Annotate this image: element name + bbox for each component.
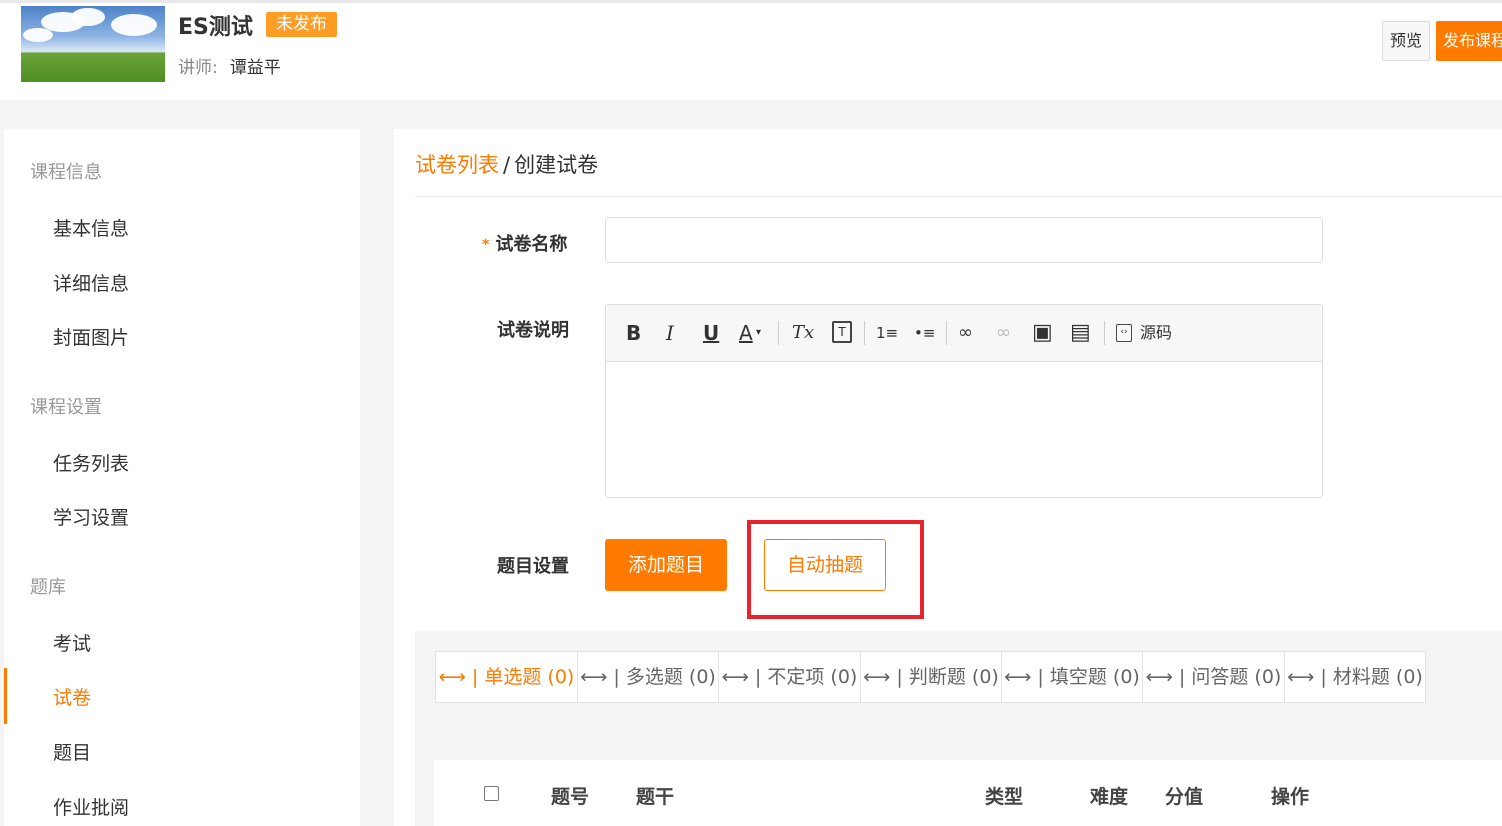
sidebar-item-detail-info[interactable]: 详细信息 — [53, 269, 129, 296]
sidebar-item-questions[interactable]: 题目 — [53, 738, 91, 765]
unlink-icon[interactable]: ∞ — [996, 321, 1011, 345]
tab-single-choice[interactable]: ⟷ | 单选题 (0) — [436, 652, 578, 702]
sidebar-item-test-paper[interactable]: 试卷 — [53, 683, 91, 710]
breadcrumb-paper-list-link[interactable]: 试卷列表 — [415, 153, 499, 177]
add-question-button[interactable]: 添加题目 — [605, 539, 727, 591]
paper-name-label: * 试卷名称 — [482, 230, 567, 256]
table-icon[interactable]: ▤ — [1070, 321, 1091, 345]
chevron-down-icon[interactable]: ▾ — [756, 321, 761, 345]
paste-text-icon[interactable]: T — [832, 321, 852, 343]
font-color-icon[interactable]: A — [739, 321, 753, 345]
sidebar-group-question-bank: 题库 — [30, 577, 66, 598]
course-title: ES测试 — [178, 15, 253, 40]
image-icon[interactable]: ▣ — [1032, 321, 1053, 345]
main-content: 试卷列表 / 创建试卷 * 试卷名称 试卷说明 B I U A ▾ Tx T 1≡ •… — [394, 129, 1502, 826]
editor-toolbar: B I U A ▾ Tx T 1≡ •≡ ∞ ∞ ▣ ▤ ‹› 源码 — [606, 305, 1322, 362]
required-mark: * — [482, 237, 490, 253]
column-actions: 操作 — [1271, 786, 1310, 808]
breadcrumb: 试卷列表 / 创建试卷 — [415, 149, 598, 179]
toolbar-separator — [778, 321, 779, 345]
sidebar-item-basic-info[interactable]: 基本信息 — [53, 214, 129, 241]
tab-fill-blank[interactable]: ⟷ | 填空题 (0) — [1002, 652, 1143, 702]
sidebar-item-homework-review[interactable]: 作业批阅 — [53, 793, 129, 820]
sidebar: 课程信息 基本信息 详细信息 封面图片 课程设置 任务列表 学习设置 题库 考试… — [4, 129, 360, 826]
bold-icon[interactable]: B — [626, 321, 641, 345]
teacher-name: 谭益平 — [229, 58, 281, 78]
sidebar-item-study-settings[interactable]: 学习设置 — [53, 503, 129, 530]
underline-icon[interactable]: U — [703, 321, 719, 345]
sidebar-group-course-settings: 课程设置 — [30, 397, 102, 418]
tab-multiple-choice[interactable]: ⟷ | 多选题 (0) — [578, 652, 719, 702]
highlight-annotation-box — [747, 520, 924, 619]
course-cover-image — [21, 6, 165, 82]
question-settings-label: 题目设置 — [497, 556, 569, 577]
toolbar-separator — [946, 321, 947, 345]
sidebar-group-course-info: 课程信息 — [30, 162, 102, 183]
paper-description-label: 试卷说明 — [497, 320, 569, 341]
publish-course-button[interactable]: 发布课程 — [1436, 21, 1502, 61]
breadcrumb-separator: / — [503, 153, 511, 177]
paper-name-label-text: 试卷名称 — [495, 234, 568, 255]
teacher-info: 讲师: 谭益平 — [178, 53, 281, 78]
source-code-icon[interactable]: ‹› — [1116, 324, 1132, 342]
question-table-header: 题号 题干 类型 难度 分值 操作 — [434, 760, 1502, 826]
italic-icon[interactable]: I — [666, 321, 674, 345]
ordered-list-icon[interactable]: 1≡ — [876, 321, 898, 345]
column-type: 类型 — [985, 786, 1024, 808]
column-number: 题号 — [551, 786, 590, 808]
preview-button[interactable]: 预览 — [1382, 21, 1430, 61]
teacher-label: 讲师: — [178, 58, 218, 78]
sidebar-active-indicator — [4, 668, 7, 724]
sidebar-item-task-list[interactable]: 任务列表 — [53, 449, 129, 476]
tab-true-false[interactable]: ⟷ | 判断题 (0) — [861, 652, 1002, 702]
status-badge: 未发布 — [266, 12, 337, 37]
source-code-label[interactable]: 源码 — [1140, 321, 1172, 345]
sidebar-item-exam[interactable]: 考试 — [53, 629, 91, 656]
column-score: 分值 — [1165, 786, 1204, 808]
course-header: ES测试 未发布 讲师: 谭益平 预览 发布课程 — [0, 0, 1502, 100]
breadcrumb-divider — [415, 196, 1502, 197]
question-type-tabs: ⟷ | 单选题 (0) ⟷ | 多选题 (0) ⟷ | 不定项 (0) ⟷ | … — [435, 651, 1426, 703]
tab-material[interactable]: ⟷ | 材料题 (0) — [1285, 652, 1425, 702]
select-all-checkbox[interactable] — [484, 786, 499, 801]
toolbar-separator — [1104, 321, 1105, 345]
sidebar-item-cover-image[interactable]: 封面图片 — [53, 323, 129, 350]
toolbar-separator — [864, 321, 865, 345]
paper-name-input[interactable] — [605, 217, 1323, 263]
tab-indefinite-choice[interactable]: ⟷ | 不定项 (0) — [719, 652, 861, 702]
column-stem: 题干 — [636, 786, 675, 808]
rich-text-editor: B I U A ▾ Tx T 1≡ •≡ ∞ ∞ ▣ ▤ ‹› 源码 — [605, 304, 1323, 498]
tab-essay[interactable]: ⟷ | 问答题 (0) — [1143, 652, 1285, 702]
bullet-list-icon[interactable]: •≡ — [914, 321, 935, 345]
clear-format-icon[interactable]: Tx — [792, 321, 814, 345]
breadcrumb-current: 创建试卷 — [514, 153, 599, 177]
column-difficulty: 难度 — [1090, 786, 1129, 808]
link-icon[interactable]: ∞ — [958, 321, 973, 345]
